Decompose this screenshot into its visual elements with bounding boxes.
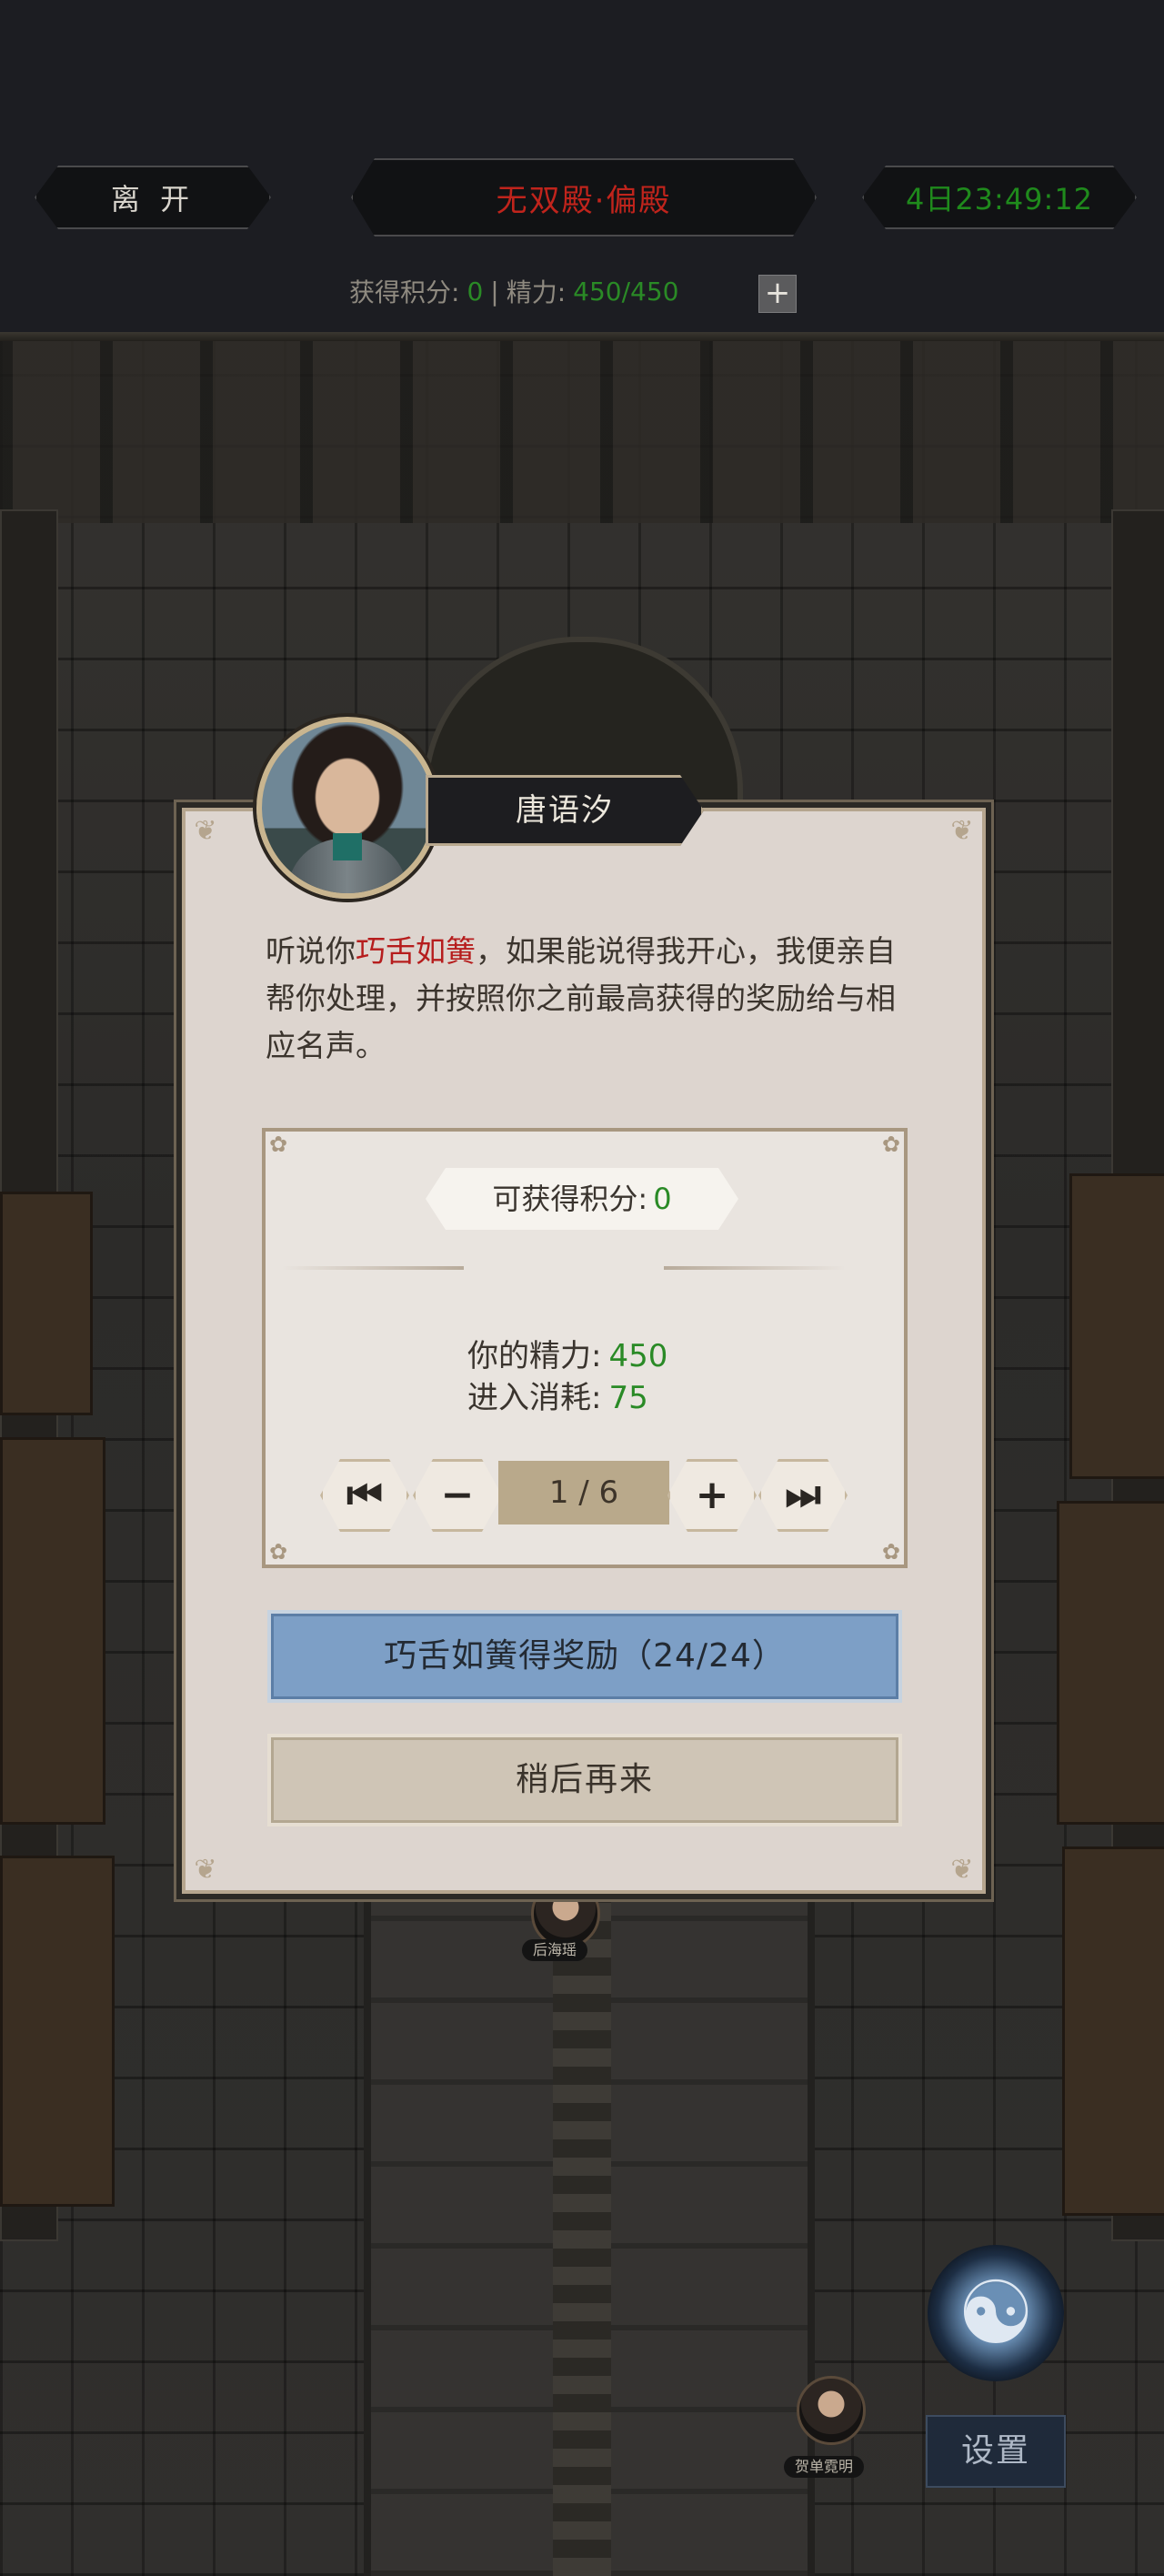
dialog-text-highlight: 巧舌如簧	[356, 933, 476, 969]
npc-name: 唐语汐	[516, 792, 614, 829]
energy-stat-label: 你的精力:	[467, 1338, 602, 1374]
npc-avatar-2[interactable]	[797, 2376, 866, 2445]
location-title-text: 无双殿·偏殿	[496, 182, 672, 219]
score-value: 0	[467, 276, 484, 307]
center-corridor	[364, 1874, 815, 2576]
cost-stat: 进入消耗: 75	[467, 1377, 648, 1419]
panel-corner-icon: ✿	[881, 1539, 900, 1565]
left-scroll-shelf	[0, 1192, 93, 1415]
leave-button[interactable]: 离 开	[35, 166, 271, 229]
ceiling-beams	[0, 341, 1164, 523]
cost-stat-label: 进入消耗:	[467, 1380, 602, 1416]
portrait-collar	[333, 833, 362, 860]
reward-score-badge: 可获得积分: 0	[426, 1168, 738, 1230]
npc-tag-2: 贺单霓明	[784, 2456, 865, 2478]
corner-ornament-icon: ❦	[950, 815, 974, 847]
page-indicator: 1 / 6	[498, 1461, 669, 1524]
npc-portrait	[256, 717, 438, 899]
score-label: 获得积分:	[349, 277, 460, 307]
come-back-later-label: 稍后再来	[515, 1761, 654, 1798]
score-energy-line: 获得积分: 0 | 精力: 450/450	[349, 273, 678, 309]
countdown-timer: 4日23:49:12	[862, 166, 1137, 229]
claim-reward-button[interactable]: 巧舌如簧得奖励（24/24）	[267, 1610, 902, 1703]
separator: |	[490, 276, 499, 307]
plus-icon: +	[764, 275, 791, 311]
divider-ornament-right	[664, 1266, 846, 1270]
corner-ornament-icon: ❦	[950, 1854, 974, 1886]
panel-corner-icon: ✿	[269, 1539, 288, 1565]
corner-ornament-icon: ❦	[194, 1854, 217, 1886]
energy-value: 450/450	[573, 276, 679, 307]
yinyang-button[interactable]: ☯	[928, 2245, 1064, 2381]
add-energy-button[interactable]: +	[758, 275, 797, 313]
right-sword-rack	[1062, 1846, 1164, 2216]
energy-stat-value: 450	[608, 1338, 668, 1374]
cost-stat-value: 75	[608, 1380, 648, 1416]
npc-nameplate: 唐语汐	[426, 775, 704, 846]
yinyang-icon: ☯	[956, 2262, 1036, 2364]
left-weapon-rack	[0, 1437, 105, 1825]
page-text: 1 / 6	[548, 1474, 619, 1511]
reward-value: 0	[653, 1182, 672, 1216]
divider-ornament-left	[282, 1266, 464, 1270]
panel-corner-icon: ✿	[881, 1132, 900, 1157]
come-back-later-button[interactable]: 稍后再来	[267, 1734, 902, 1826]
npc-tag-1: 后海瑶	[522, 1939, 588, 1961]
first-page-icon: ⏮	[346, 1472, 383, 1518]
reward-label: 可获得积分:	[492, 1182, 648, 1216]
settings-label: 设置	[960, 2432, 1030, 2470]
leave-label: 离 开	[110, 182, 196, 216]
energy-label: 精力:	[506, 277, 567, 307]
left-bow-rack	[0, 1856, 115, 2207]
panel-corner-icon: ✿	[269, 1132, 288, 1157]
minus-icon: −	[440, 1472, 475, 1518]
corner-ornament-icon: ❦	[194, 815, 217, 847]
last-page-icon: ⏭	[785, 1472, 821, 1518]
top-bar: 离 开 无双殿·偏殿 4日23:49:12 获得积分: 0 | 精力: 450/…	[0, 0, 1164, 341]
settings-button[interactable]: 设置	[926, 2415, 1066, 2488]
claim-reward-label: 巧舌如簧得奖励（24/24）	[384, 1637, 786, 1675]
timer-text: 4日23:49:12	[905, 182, 1094, 216]
dialog-text-before: 听说你	[266, 933, 356, 969]
npc-tag-2-text: 贺单霓明	[795, 2458, 854, 2475]
right-bow-rack	[1057, 1501, 1164, 1825]
plus-icon: +	[695, 1472, 729, 1518]
location-title: 无双殿·偏殿	[351, 158, 817, 236]
energy-stat: 你的精力: 450	[467, 1335, 667, 1377]
dialog-text: 听说你巧舌如簧，如果能说得我开心，我便亲自帮你处理，并按照你之前最高获得的奖励给…	[266, 928, 902, 1070]
npc-tag-1-text: 后海瑶	[533, 1941, 577, 1958]
right-cabinet	[1069, 1173, 1164, 1479]
